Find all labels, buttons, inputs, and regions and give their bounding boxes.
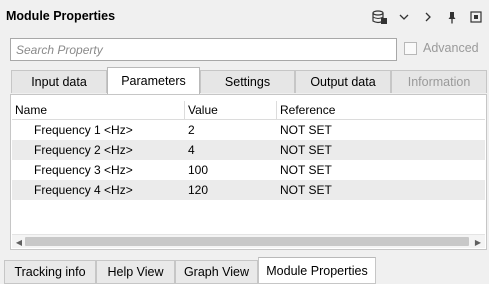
cell-name: Frequency 3 <Hz> [34, 163, 133, 177]
cell-value[interactable]: 2 [185, 123, 277, 137]
cell-value[interactable]: 4 [185, 143, 277, 157]
tab-graph-view[interactable]: Graph View [175, 260, 258, 284]
title-bar-icons [365, 9, 485, 25]
column-header-value[interactable]: Value [185, 101, 277, 119]
advanced-toggle[interactable]: Advanced [404, 41, 479, 55]
parameters-panel: Name Value Reference Frequency 1 <Hz> 2 … [10, 94, 487, 250]
column-header-reference[interactable]: Reference [277, 101, 485, 119]
advanced-checkbox[interactable] [404, 41, 417, 55]
advanced-label: Advanced [423, 41, 479, 55]
bottom-tabs: Tracking info Help View Graph View Modul… [4, 257, 489, 284]
parameters-table: Name Value Reference Frequency 1 <Hz> 2 … [12, 101, 485, 200]
pin-icon[interactable] [443, 9, 461, 25]
scroll-right-icon[interactable]: ▶ [472, 236, 484, 248]
scrollbar-thumb[interactable] [25, 237, 469, 246]
cell-reference[interactable]: NOT SET [277, 143, 485, 157]
tab-information: Information [391, 70, 487, 93]
window-title: Module Properties [6, 9, 116, 23]
cell-reference[interactable]: NOT SET [277, 183, 485, 197]
tab-output-data[interactable]: Output data [295, 70, 391, 93]
chevron-down-icon[interactable] [395, 9, 413, 25]
tab-module-properties[interactable]: Module Properties [258, 257, 376, 284]
table-row[interactable]: Frequency 4 <Hz> 120 NOT SET [12, 180, 485, 200]
database-icon[interactable] [371, 9, 389, 25]
title-bar: Module Properties [0, 0, 489, 34]
tab-parameters[interactable]: Parameters [107, 67, 200, 94]
scroll-left-icon[interactable]: ◀ [13, 236, 25, 248]
tab-help-view[interactable]: Help View [96, 260, 175, 284]
cell-name: Frequency 1 <Hz> [34, 123, 133, 137]
table-row[interactable]: Frequency 1 <Hz> 2 NOT SET [12, 120, 485, 140]
horizontal-scrollbar[interactable]: ◀ ▶ [12, 234, 485, 248]
table-row[interactable]: Frequency 3 <Hz> 100 NOT SET [12, 160, 485, 180]
property-tabs: Input data Parameters Settings Output da… [10, 67, 487, 94]
tab-tracking-info[interactable]: Tracking info [4, 260, 96, 284]
tab-settings[interactable]: Settings [200, 70, 295, 93]
cell-value[interactable]: 120 [185, 183, 277, 197]
cell-value[interactable]: 100 [185, 163, 277, 177]
search-property-input[interactable] [10, 38, 397, 61]
tab-input-data[interactable]: Input data [11, 70, 107, 93]
popout-icon[interactable] [467, 9, 485, 25]
cell-name: Frequency 4 <Hz> [34, 183, 133, 197]
column-header-name[interactable]: Name [12, 101, 185, 119]
cell-name: Frequency 2 <Hz> [34, 143, 133, 157]
chevron-right-icon[interactable] [419, 9, 437, 25]
table-row[interactable]: Frequency 2 <Hz> 4 NOT SET [12, 140, 485, 160]
table-header: Name Value Reference [12, 101, 485, 120]
cell-reference[interactable]: NOT SET [277, 163, 485, 177]
cell-reference[interactable]: NOT SET [277, 123, 485, 137]
